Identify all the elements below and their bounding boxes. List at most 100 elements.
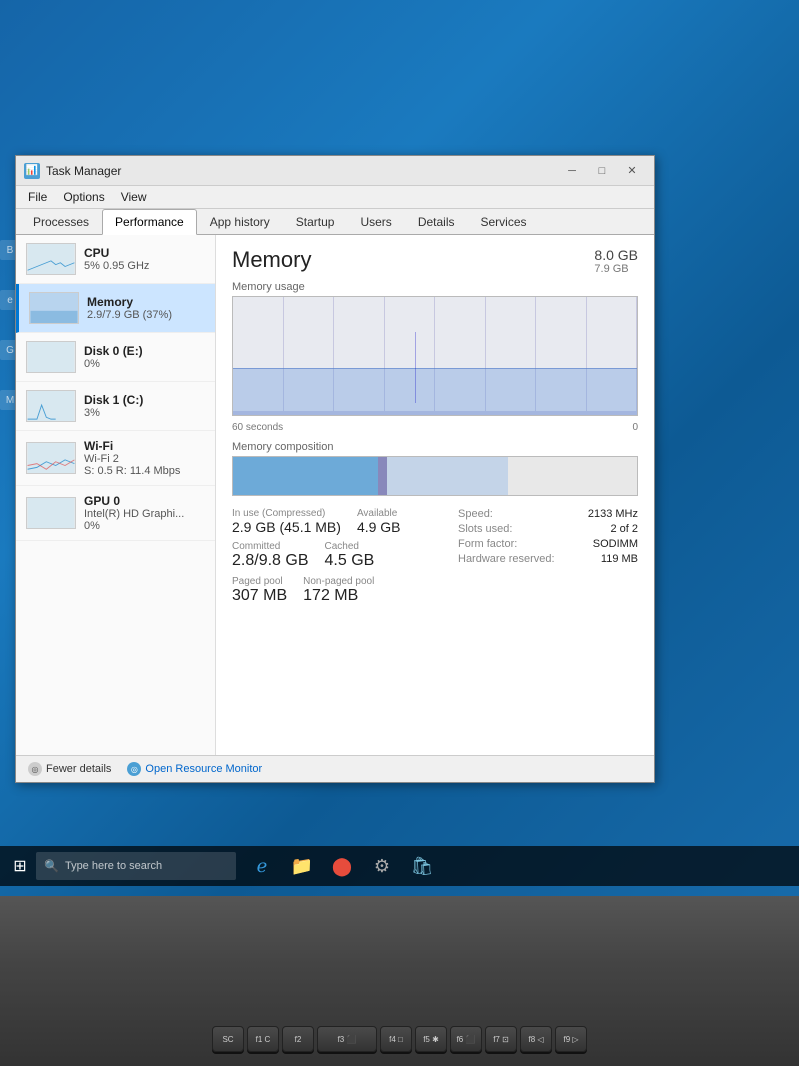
key-f8[interactable]: f8 ◁ xyxy=(520,1026,552,1052)
comp-free xyxy=(508,457,637,495)
wifi-thumbnail xyxy=(26,442,76,474)
stats-row-1: In use (Compressed) 2.9 GB (45.1 MB) Ava… xyxy=(232,508,434,535)
available-value: 4.9 GB xyxy=(357,519,401,535)
hw-reserved-row: Hardware reserved: 119 MB xyxy=(458,553,638,565)
key-f4[interactable]: f4 □ xyxy=(380,1026,412,1052)
minimize-button[interactable]: ─ xyxy=(558,159,586,183)
store-app[interactable]: 🛍 xyxy=(404,848,440,884)
in-use-value: 2.9 GB (45.1 MB) xyxy=(232,519,341,535)
tab-startup[interactable]: Startup xyxy=(283,209,348,235)
tab-details[interactable]: Details xyxy=(405,209,468,235)
app-icon: 📊 xyxy=(24,163,40,179)
explorer-app[interactable]: 📁 xyxy=(284,848,320,884)
open-resource-monitor-button[interactable]: ◎ Open Resource Monitor xyxy=(127,762,262,776)
stats-row-2: Committed 2.8/9.8 GB Cached 4.5 GB xyxy=(232,541,434,570)
gpu-detail2: 0% xyxy=(84,520,205,532)
speed-row: Speed: 2133 MHz xyxy=(458,508,638,520)
form-value: SODIMM xyxy=(593,538,638,550)
chart-used-area xyxy=(233,368,637,415)
window-controls: ─ □ ✕ xyxy=(558,159,646,183)
tab-app-history[interactable]: App history xyxy=(197,209,283,235)
speed-value: 2133 MHz xyxy=(588,508,638,520)
cached-label: Cached xyxy=(325,541,375,552)
taskbar-apps: ℯ 📁 ⬤ ⚙ 🛍 xyxy=(244,848,440,884)
cpu-info: CPU 5% 0.95 GHz xyxy=(84,246,205,272)
hw-reserved-value: 119 MB xyxy=(601,553,638,565)
main-header: Memory 8.0 GB 7.9 GB xyxy=(232,247,638,275)
memory-detail: 2.9/7.9 GB (37%) xyxy=(87,309,205,321)
slots-row: Slots used: 2 of 2 xyxy=(458,523,638,535)
edge-app[interactable]: ℯ xyxy=(244,848,280,884)
wifi-detail1: Wi-Fi 2 xyxy=(84,453,205,465)
non-paged-pool-value: 172 MB xyxy=(303,587,374,605)
disk0-detail: 0% xyxy=(84,358,205,370)
sidebar-item-memory[interactable]: Memory 2.9/7.9 GB (37%) xyxy=(16,284,215,333)
form-row: Form factor: SODIMM xyxy=(458,538,638,550)
comp-modified xyxy=(378,457,386,495)
available-label: Available xyxy=(357,508,401,519)
comp-in-use xyxy=(233,457,378,495)
stats-right: Speed: 2133 MHz Slots used: 2 of 2 Form … xyxy=(458,508,638,605)
key-f6[interactable]: f6 ⬛ xyxy=(450,1026,482,1052)
sidebar-item-gpu[interactable]: GPU 0 Intel(R) HD Graphi... 0% xyxy=(16,486,215,541)
key-f7[interactable]: f7 ⊡ xyxy=(485,1026,517,1052)
gpu-label: GPU 0 xyxy=(84,494,205,508)
disk1-thumbnail xyxy=(26,390,76,422)
committed-label: Committed xyxy=(232,541,309,552)
tab-users[interactable]: Users xyxy=(347,209,404,235)
composition-label: Memory composition xyxy=(232,441,638,453)
gpu-info: GPU 0 Intel(R) HD Graphi... 0% xyxy=(84,494,205,532)
key-f9[interactable]: f9 ▷ xyxy=(555,1026,587,1052)
key-f3[interactable]: f3 ⬛ xyxy=(317,1026,377,1052)
keyboard-area: SC f1 C f2 f3 ⬛ f4 □ f5 ✱ f6 ⬛ f7 ⊡ f8 ◁… xyxy=(0,896,799,1066)
disk1-detail: 3% xyxy=(84,407,205,419)
tabs: Processes Performance App history Startu… xyxy=(16,209,654,235)
stats-row-3: Paged pool 307 MB Non-paged pool 172 MB xyxy=(232,576,434,605)
resource-monitor-icon: ◎ xyxy=(127,762,141,776)
tab-performance[interactable]: Performance xyxy=(102,209,197,235)
start-button[interactable]: ⊞ xyxy=(4,850,36,882)
non-paged-pool-label: Non-paged pool xyxy=(303,576,374,587)
disk0-thumbnail xyxy=(26,341,76,373)
sidebar-item-wifi[interactable]: Wi-Fi Wi-Fi 2 S: 0.5 R: 11.4 Mbps xyxy=(16,431,215,486)
tab-processes[interactable]: Processes xyxy=(20,209,102,235)
close-button[interactable]: ✕ xyxy=(618,159,646,183)
key-f5[interactable]: f5 ✱ xyxy=(415,1026,447,1052)
cached-value: 4.5 GB xyxy=(325,552,375,570)
key-f1[interactable]: f1 C xyxy=(247,1026,279,1052)
menu-options[interactable]: Options xyxy=(55,188,112,206)
paged-pool-value: 307 MB xyxy=(232,587,287,605)
fewer-details-button[interactable]: ◎ Fewer details xyxy=(28,762,111,776)
tab-services[interactable]: Services xyxy=(468,209,540,235)
cpu-thumbnail xyxy=(26,243,76,275)
disk0-info: Disk 0 (E:) 0% xyxy=(84,344,205,370)
maximize-button[interactable]: □ xyxy=(588,159,616,183)
sidebar-item-cpu[interactable]: CPU 5% 0.95 GHz xyxy=(16,235,215,284)
bottom-bar: ◎ Fewer details ◎ Open Resource Monitor xyxy=(16,755,654,782)
chart-time-label: 60 seconds xyxy=(232,422,283,433)
gpu-detail1: Intel(R) HD Graphi... xyxy=(84,508,205,520)
menu-view[interactable]: View xyxy=(113,188,155,206)
sidebar-item-disk1[interactable]: Disk 1 (C:) 3% xyxy=(16,382,215,431)
menubar: File Options View xyxy=(16,186,654,209)
taskbar-search-box[interactable]: 🔍 Type here to search xyxy=(36,852,236,880)
settings-app[interactable]: ⚙ xyxy=(364,848,400,884)
slots-value: 2 of 2 xyxy=(610,523,638,535)
chart-cursor xyxy=(415,332,416,403)
search-icon: 🔍 xyxy=(44,859,59,873)
key-f2[interactable]: f2 xyxy=(282,1026,314,1052)
disk0-label: Disk 0 (E:) xyxy=(84,344,205,358)
memory-chart xyxy=(232,296,638,416)
hw-reserved-label: Hardware reserved: xyxy=(458,553,555,565)
comp-standby xyxy=(387,457,508,495)
key-sc[interactable]: SC xyxy=(212,1026,244,1052)
memory-thumbnail xyxy=(29,292,79,324)
chart-zero-label: 0 xyxy=(632,422,638,433)
chrome-app[interactable]: ⬤ xyxy=(324,848,360,884)
composition-chart xyxy=(232,456,638,496)
menu-file[interactable]: File xyxy=(20,188,55,206)
sidebar-item-disk0[interactable]: Disk 0 (E:) 0% xyxy=(16,333,215,382)
in-use-label: In use (Compressed) xyxy=(232,508,341,519)
speed-label: Speed: xyxy=(458,508,493,520)
wifi-label: Wi-Fi xyxy=(84,439,205,453)
